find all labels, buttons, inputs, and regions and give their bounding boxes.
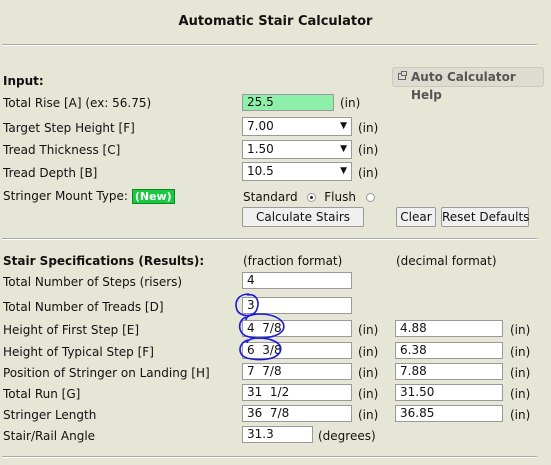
clear-button[interactable]: Clear xyxy=(396,207,436,227)
reset-defaults-button[interactable]: Reset Defaults xyxy=(441,207,529,227)
stringer-mount-options: Standard Flush xyxy=(243,190,375,204)
help-button-label: Auto Calculator Help xyxy=(411,70,516,102)
target-step-height-select[interactable]: 7.00 ▼ xyxy=(242,117,352,136)
stringer-length-label: Stringer Length xyxy=(3,408,97,422)
stringer-position-fraction[interactable]: 7 7/8 xyxy=(242,363,352,380)
bottom-divider xyxy=(2,456,537,458)
total-steps-fraction[interactable]: 4 xyxy=(242,272,352,289)
target-step-height-unit: (in) xyxy=(358,121,379,135)
typical-step-height-unit: (in) xyxy=(358,345,379,359)
tread-thickness-unit: (in) xyxy=(358,143,379,157)
stringer-position-decimal-unit: (in) xyxy=(510,366,531,380)
total-run-fraction[interactable]: 31 1/2 xyxy=(242,384,352,401)
stringer-length-decimal-unit: (in) xyxy=(510,408,531,422)
stringer-position-label: Position of Stringer on Landing [H] xyxy=(3,366,210,380)
target-step-height-label: Target Step Height [F] xyxy=(3,121,135,135)
total-run-decimal[interactable]: 31.50 xyxy=(395,384,503,401)
standard-radio[interactable] xyxy=(307,193,317,202)
stringer-mount-label: Stringer Mount Type: (New) xyxy=(3,189,175,204)
total-treads-label: Total Number of Treads [D] xyxy=(3,300,164,314)
first-step-height-fraction[interactable]: 4 7/8 xyxy=(242,320,352,337)
total-run-decimal-unit: (in) xyxy=(510,387,531,401)
stringer-length-decimal[interactable]: 36.85 xyxy=(395,405,503,422)
total-steps-label: Total Number of Steps (risers) xyxy=(3,275,183,289)
fraction-format-header: (fraction format) xyxy=(243,254,343,268)
total-run-unit: (in) xyxy=(358,387,379,401)
stringer-position-unit: (in) xyxy=(358,366,379,380)
total-rise-label: Total Rise [A] (ex: 56.75) xyxy=(3,96,152,110)
target-step-height-value: 7.00 xyxy=(247,119,274,133)
stringer-position-decimal[interactable]: 7.88 xyxy=(395,363,503,380)
first-step-height-decimal-unit: (in) xyxy=(510,323,531,337)
dropdown-arrow-icon: ▼ xyxy=(340,166,347,176)
tread-thickness-value: 1.50 xyxy=(247,142,274,156)
decimal-format-header: (decimal format) xyxy=(396,254,497,268)
first-step-height-unit: (in) xyxy=(358,323,379,337)
auto-calculator-help-button[interactable]: Auto Calculator Help xyxy=(392,67,544,102)
stringer-mount-label-text: Stringer Mount Type: xyxy=(3,189,128,203)
calculate-stairs-button[interactable]: Calculate Stairs xyxy=(242,207,364,227)
new-badge: (New) xyxy=(131,189,175,204)
typical-step-height-fraction[interactable]: 6 3/8 xyxy=(242,342,352,359)
tread-thickness-label: Tread Thickness [C] xyxy=(3,143,121,157)
first-step-height-label: Height of First Step [E] xyxy=(3,323,140,337)
stringer-length-fraction[interactable]: 36 7/8 xyxy=(242,405,352,422)
tread-depth-value: 10.5 xyxy=(247,164,274,178)
tread-depth-label: Tread Depth [B] xyxy=(3,166,98,180)
tread-thickness-select[interactable]: 1.50 ▼ xyxy=(242,140,352,159)
tread-depth-unit: (in) xyxy=(358,166,379,180)
total-treads-fraction[interactable]: 3 xyxy=(242,297,352,314)
title-divider xyxy=(2,44,537,46)
standard-option-label: Standard xyxy=(243,190,298,204)
total-run-label: Total Run [G] xyxy=(3,387,81,401)
flush-radio[interactable] xyxy=(365,193,375,202)
tread-depth-select[interactable]: 10.5 ▼ xyxy=(242,162,352,181)
stair-angle-label: Stair/Rail Angle xyxy=(3,429,96,443)
input-heading: Input: xyxy=(3,74,44,88)
stair-angle-value[interactable]: 31.3 xyxy=(242,426,313,443)
stringer-length-unit: (in) xyxy=(358,408,379,422)
results-heading: Stair Specifications (Results): xyxy=(3,254,205,268)
dropdown-arrow-icon: ▼ xyxy=(340,121,347,131)
page-title: Automatic Stair Calculator xyxy=(178,14,373,29)
first-step-height-decimal[interactable]: 4.88 xyxy=(395,320,503,337)
total-rise-input[interactable]: 25.5 xyxy=(242,94,334,111)
typical-step-height-decimal-unit: (in) xyxy=(510,345,531,359)
typical-step-height-label: Height of Typical Step [F] xyxy=(3,345,154,359)
flush-option-label: Flush xyxy=(324,190,356,204)
typical-step-height-decimal[interactable]: 6.38 xyxy=(395,342,503,359)
stair-angle-unit: (degrees) xyxy=(318,429,376,443)
dropdown-arrow-icon: ▼ xyxy=(340,144,347,154)
total-rise-unit: (in) xyxy=(340,96,361,110)
section-divider xyxy=(2,238,537,240)
window-icon xyxy=(398,71,407,80)
